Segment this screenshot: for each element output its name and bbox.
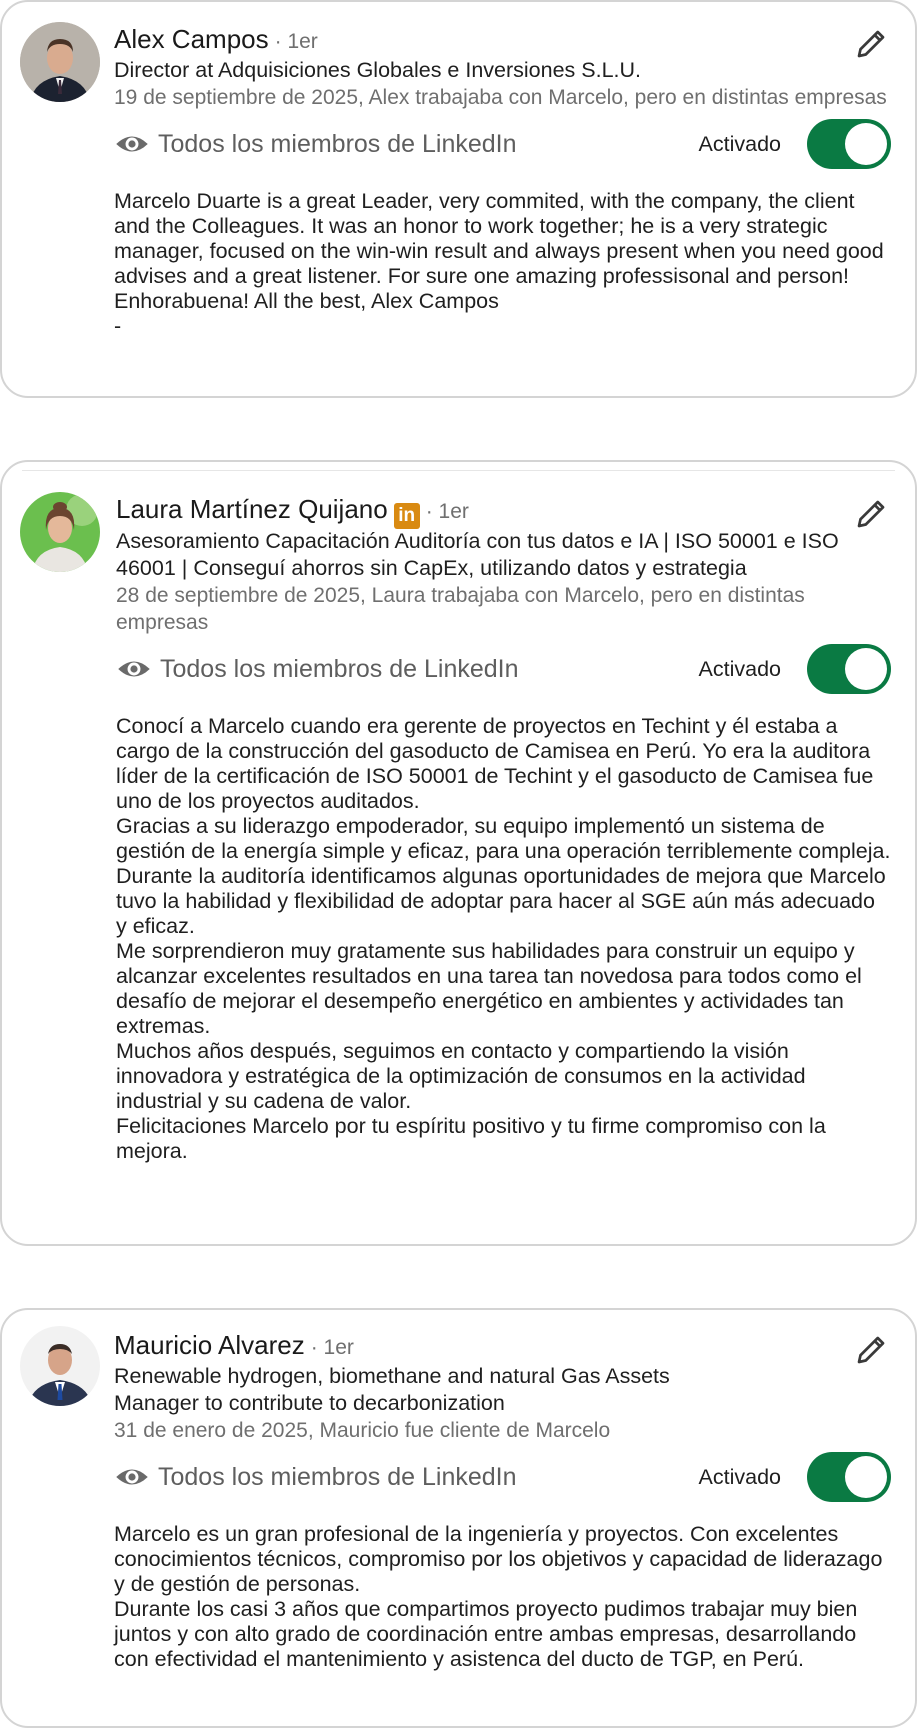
visibility-toggle[interactable]: [807, 1452, 891, 1502]
visibility-setting[interactable]: Todos los miembros de LinkedIn: [158, 130, 517, 159]
recommender-name[interactable]: Alex Campos: [114, 24, 269, 55]
recommendation-paragraph: Marcelo Duarte is a great Leader, very c…: [114, 189, 884, 313]
toggle-label: Activado: [698, 131, 781, 156]
recommender-headline: Director at Adquisiciones Globales e Inv…: [114, 58, 642, 82]
recommendation-text: Conocí a Marcelo cuando era gerente de p…: [116, 714, 891, 1164]
visibility-toggle[interactable]: [807, 644, 891, 694]
toggle-knob: [845, 123, 887, 165]
toggle-knob: [845, 1456, 887, 1498]
eye-icon: [118, 661, 150, 677]
recommendation-text: Marcelo Duarte is a great Leader, very c…: [114, 189, 891, 339]
toggle-label: Activado: [698, 1464, 781, 1489]
eye-icon: [116, 136, 148, 152]
recommendation-text: Marcelo es un gran profesional de la ing…: [114, 1522, 891, 1672]
recommendation-paragraph: Felicitaciones Marcelo por tu espíritu p…: [116, 1114, 826, 1163]
visibility-toggle[interactable]: [807, 119, 891, 169]
eye-icon: [116, 1469, 148, 1485]
recommendation-card: Laura Martínez Quijano in · 1er Asesoram…: [0, 460, 917, 1246]
recommendation-paragraph: Durante los casi 3 años que compartimos …: [114, 1597, 858, 1671]
recommender-name[interactable]: Mauricio Alvarez: [114, 1330, 305, 1361]
connection-degree: · 1er: [274, 30, 318, 53]
avatar[interactable]: [20, 1326, 100, 1406]
recommendation-card: Alex Campos · 1er Director at Adquisicio…: [0, 0, 917, 398]
recommendation-paragraph: -: [114, 314, 122, 338]
linkedin-premium-badge-icon: in: [393, 503, 420, 529]
recommendation-card: Mauricio Alvarez · 1er Renewable hydroge…: [0, 1308, 917, 1728]
recommendation-paragraph: Me sorprendieron muy gratamente sus habi…: [116, 939, 862, 1038]
toggle-knob: [845, 648, 887, 690]
recommendation-meta: 31 de enero de 2025, Mauricio fue client…: [114, 1419, 611, 1442]
recommender-headline: Renewable hydrogen, biomethane and natur…: [114, 1364, 670, 1415]
recommendation-paragraph: Gracias a su liderazgo empoderador, su e…: [116, 814, 891, 938]
recommendation-paragraph: Conocí a Marcelo cuando era gerente de p…: [116, 714, 874, 813]
visibility-setting[interactable]: Todos los miembros de LinkedIn: [160, 655, 519, 684]
recommendation-paragraph: Muchos años después, seguimos en contact…: [116, 1039, 806, 1113]
recommendation-meta: 28 de septiembre de 2025, Laura trabajab…: [116, 584, 805, 634]
connection-degree: · 1er: [425, 500, 469, 523]
visibility-setting[interactable]: Todos los miembros de LinkedIn: [158, 1463, 517, 1492]
recommender-name[interactable]: Laura Martínez Quijano: [116, 494, 388, 525]
recommendations-page: Alex Campos · 1er Director at Adquisicio…: [0, 0, 918, 1730]
divider: [22, 470, 895, 471]
recommendation-paragraph: Marcelo es un gran profesional de la ing…: [114, 1522, 883, 1596]
toggle-label: Activado: [698, 656, 781, 681]
connection-degree: · 1er: [310, 1336, 354, 1359]
recommender-headline: Asesoramiento Capacitación Auditoría con…: [116, 529, 839, 580]
avatar[interactable]: [20, 492, 100, 572]
recommendation-meta: 19 de septiembre de 2025, Alex trabajaba…: [114, 86, 887, 109]
avatar[interactable]: [20, 22, 100, 102]
